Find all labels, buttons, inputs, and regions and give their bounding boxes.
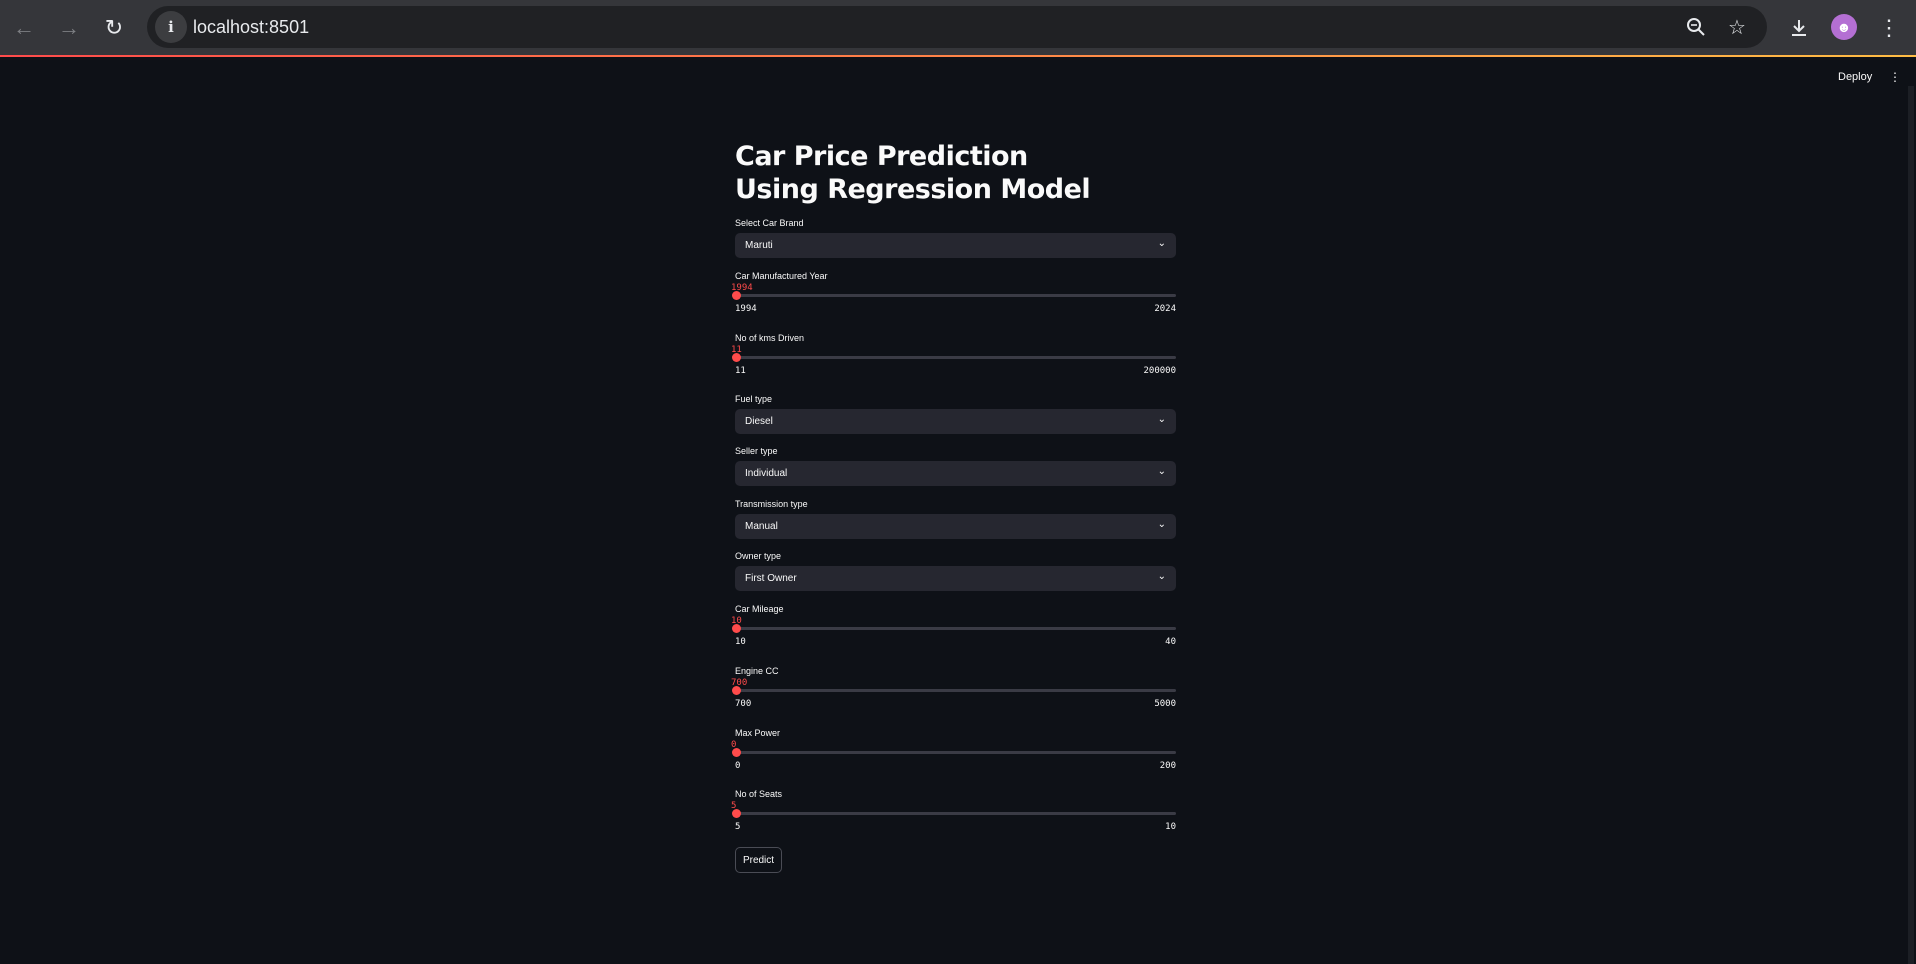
year-min: 1994 bbox=[735, 304, 757, 314]
year-slider[interactable]: 1994 1994 2024 bbox=[731, 283, 1176, 323]
power-min: 0 bbox=[735, 761, 741, 771]
kms-min: 11 bbox=[735, 366, 746, 376]
owner-select[interactable]: First Owner ⌄ bbox=[735, 566, 1176, 591]
slider-track[interactable] bbox=[735, 294, 1176, 297]
chevron-down-icon: ⌄ bbox=[1157, 519, 1166, 530]
slider-thumb[interactable] bbox=[732, 748, 741, 757]
slider-track[interactable] bbox=[735, 627, 1176, 630]
slider-track[interactable] bbox=[735, 812, 1176, 815]
form: Select Car Brand Maruti ⌄ Car Manufactur… bbox=[731, 0, 1177, 964]
mileage-max: 40 bbox=[1165, 637, 1176, 647]
predict-button[interactable]: Predict bbox=[735, 847, 782, 873]
slider-thumb[interactable] bbox=[732, 624, 741, 633]
arrow-right-icon: → bbox=[58, 15, 80, 40]
chevron-down-icon: ⌄ bbox=[1157, 238, 1166, 249]
download-icon[interactable] bbox=[1782, 11, 1816, 45]
owner-label: Owner type bbox=[735, 551, 782, 561]
slider-track[interactable] bbox=[735, 751, 1176, 754]
fuel-select[interactable]: Diesel ⌄ bbox=[735, 409, 1176, 434]
back-button[interactable]: ← bbox=[7, 11, 41, 45]
seller-value: Individual bbox=[745, 468, 788, 479]
brand-label: Select Car Brand bbox=[735, 218, 804, 228]
forward-button[interactable]: → bbox=[52, 11, 86, 45]
seats-max: 10 bbox=[1165, 822, 1176, 832]
slider-thumb[interactable] bbox=[732, 353, 741, 362]
slider-thumb[interactable] bbox=[732, 686, 741, 695]
transmission-select[interactable]: Manual ⌄ bbox=[735, 514, 1176, 539]
reload-icon: ↻ bbox=[104, 15, 124, 40]
power-label: Max Power bbox=[735, 728, 781, 738]
seller-select[interactable]: Individual ⌄ bbox=[735, 461, 1176, 486]
seats-slider[interactable]: 5 5 10 bbox=[731, 801, 1176, 841]
slider-track[interactable] bbox=[735, 356, 1176, 359]
power-slider[interactable]: 0 0 200 bbox=[731, 740, 1176, 780]
seats-label: No of Seats bbox=[735, 789, 783, 799]
kms-label: No of kms Driven bbox=[735, 333, 805, 343]
slider-thumb[interactable] bbox=[732, 291, 741, 300]
transmission-value: Manual bbox=[745, 521, 778, 532]
mileage-slider[interactable]: 10 10 40 bbox=[731, 616, 1176, 656]
fuel-label: Fuel type bbox=[735, 394, 773, 404]
brand-value: Maruti bbox=[745, 240, 773, 251]
url-text[interactable]: localhost:8501 bbox=[193, 17, 309, 38]
seats-min: 5 bbox=[735, 822, 741, 832]
engine-min: 700 bbox=[735, 699, 752, 709]
transmission-label: Transmission type bbox=[735, 499, 808, 509]
engine-max: 5000 bbox=[1154, 699, 1176, 709]
info-icon[interactable]: i bbox=[155, 11, 187, 43]
power-max: 200 bbox=[1159, 761, 1176, 771]
engine-label: Engine CC bbox=[735, 666, 779, 676]
chevron-down-icon: ⌄ bbox=[1157, 571, 1166, 582]
profile-avatar[interactable]: ☻ bbox=[1831, 14, 1857, 40]
kms-max: 200000 bbox=[1143, 366, 1176, 376]
zoom-out-icon[interactable] bbox=[1682, 13, 1710, 41]
kebab-menu-icon[interactable]: ⋮ bbox=[1872, 11, 1906, 45]
star-icon[interactable]: ☆ bbox=[1723, 13, 1751, 41]
mileage-label: Car Mileage bbox=[735, 604, 784, 614]
deploy-button[interactable]: Deploy bbox=[1838, 71, 1872, 83]
year-max: 2024 bbox=[1154, 304, 1176, 314]
engine-slider[interactable]: 700 700 5000 bbox=[731, 678, 1176, 718]
app-menu-icon[interactable]: ⋮ bbox=[1889, 70, 1901, 84]
year-label: Car Manufactured Year bbox=[735, 271, 828, 281]
scrollbar[interactable] bbox=[1908, 86, 1914, 964]
slider-track[interactable] bbox=[735, 689, 1176, 692]
chevron-down-icon: ⌄ bbox=[1157, 414, 1166, 425]
slider-thumb[interactable] bbox=[732, 809, 741, 818]
seller-label: Seller type bbox=[735, 446, 778, 456]
brand-select[interactable]: Maruti ⌄ bbox=[735, 233, 1176, 258]
fuel-value: Diesel bbox=[745, 416, 773, 427]
chevron-down-icon: ⌄ bbox=[1157, 466, 1166, 477]
owner-value: First Owner bbox=[745, 573, 797, 584]
kms-slider[interactable]: 11 11 200000 bbox=[731, 345, 1176, 385]
mileage-min: 10 bbox=[735, 637, 746, 647]
arrow-left-icon: ← bbox=[13, 15, 35, 40]
reload-button[interactable]: ↻ bbox=[97, 11, 131, 45]
